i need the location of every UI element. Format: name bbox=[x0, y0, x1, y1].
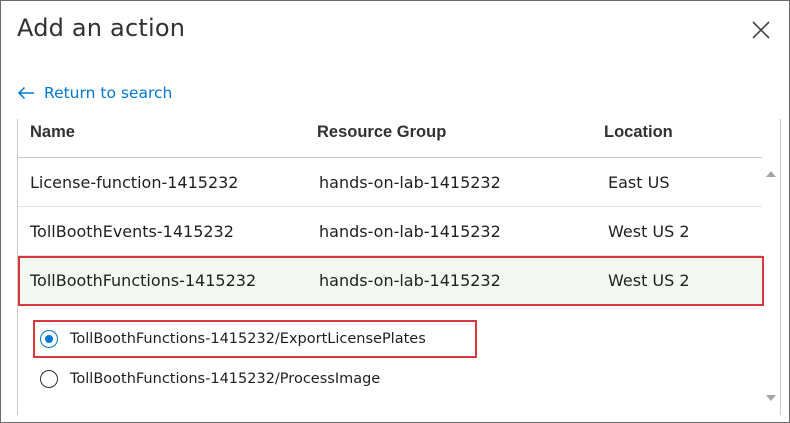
function-option-process-image[interactable]: TollBoothFunctions-1415232/ProcessImage bbox=[40, 370, 380, 388]
return-to-search-label: Return to search bbox=[44, 84, 173, 102]
table-row[interactable]: License-function-1415232 hands-on-lab-14… bbox=[18, 159, 762, 207]
row-resource-group: hands-on-lab-1415232 bbox=[319, 173, 501, 192]
row-name: TollBoothFunctions-1415232 bbox=[30, 271, 257, 290]
arrow-left-icon bbox=[17, 86, 34, 100]
row-location: West US 2 bbox=[608, 271, 690, 290]
scroll-down-icon[interactable] bbox=[766, 395, 776, 401]
close-icon bbox=[752, 21, 770, 39]
radio-unchecked-icon[interactable] bbox=[40, 370, 58, 388]
column-header-name[interactable]: Name bbox=[30, 123, 75, 142]
dialog-title: Add an action bbox=[17, 14, 186, 42]
row-location: West US 2 bbox=[608, 222, 690, 241]
column-header-location[interactable]: Location bbox=[604, 123, 673, 142]
row-name: TollBoothEvents-1415232 bbox=[30, 222, 234, 241]
function-option-label: TollBoothFunctions-1415232/ExportLicense… bbox=[70, 331, 426, 347]
radio-checked-icon[interactable] bbox=[40, 330, 58, 348]
row-location: East US bbox=[608, 173, 670, 192]
table-row[interactable]: TollBoothEvents-1415232 hands-on-lab-141… bbox=[18, 208, 762, 256]
vertical-scrollbar[interactable] bbox=[762, 159, 780, 413]
close-button[interactable] bbox=[746, 15, 776, 45]
column-header-resource-group[interactable]: Resource Group bbox=[317, 123, 446, 142]
function-option-label: TollBoothFunctions-1415232/ProcessImage bbox=[70, 371, 381, 387]
add-action-dialog: Add an action Return to search Name Reso… bbox=[0, 0, 790, 423]
row-resource-group: hands-on-lab-1415232 bbox=[319, 271, 501, 290]
row-resource-group: hands-on-lab-1415232 bbox=[319, 222, 501, 241]
header-divider bbox=[18, 157, 762, 158]
row-name: License-function-1415232 bbox=[30, 173, 239, 192]
resource-table: Name Resource Group Location License-fun… bbox=[17, 119, 781, 415]
scroll-up-icon[interactable] bbox=[766, 171, 776, 177]
function-option-export-license-plates[interactable]: TollBoothFunctions-1415232/ExportLicense… bbox=[40, 330, 426, 348]
table-row-selected[interactable]: TollBoothFunctions-1415232 hands-on-lab-… bbox=[18, 257, 762, 305]
return-to-search-link[interactable]: Return to search bbox=[17, 84, 172, 102]
